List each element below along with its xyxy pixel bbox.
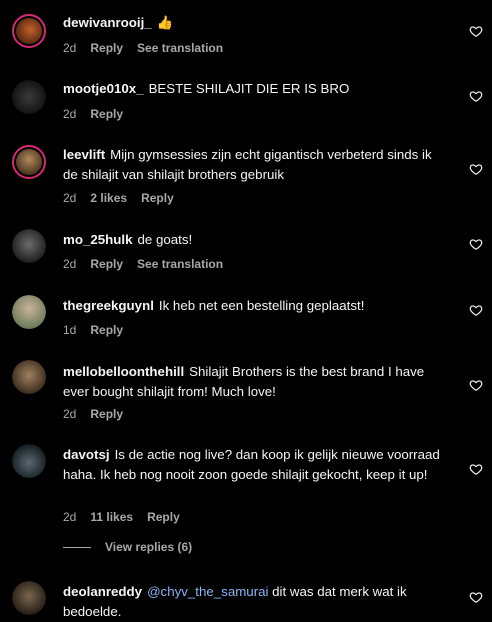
avatar[interactable]	[12, 360, 46, 394]
heart-outline-icon[interactable]	[469, 162, 483, 176]
comment-text: Mijn gymsessies zijn echt gigantisch ver…	[63, 147, 432, 182]
avatar[interactable]	[12, 229, 46, 263]
comment-time: 2d	[63, 107, 77, 121]
reply-button[interactable]: Reply	[90, 323, 123, 337]
view-replies-button[interactable]: View replies (6)	[63, 540, 192, 554]
comment-meta: 2d Reply See translation	[63, 41, 223, 55]
comment-username[interactable]: mootje010x_	[63, 81, 144, 96]
heart-outline-icon[interactable]	[469, 89, 483, 103]
comment-username[interactable]: thegreekguynl	[63, 298, 154, 313]
avatar[interactable]	[12, 14, 46, 48]
comment-text: Ik heb net een bestelling geplaatst!	[158, 298, 365, 313]
comment-meta: 2d Reply	[63, 407, 123, 421]
comment-meta: 2d 11 likes Reply	[63, 510, 180, 524]
comment-meta: 2d 2 likes Reply	[63, 191, 174, 205]
avatar[interactable]	[12, 145, 46, 179]
comment-text: 👍	[156, 15, 174, 30]
comment-time: 2d	[63, 407, 77, 421]
comment-text: Is de actie nog live? dan koop ik gelijk…	[63, 447, 440, 482]
reply-button[interactable]: Reply	[147, 510, 180, 524]
comment-meta: 2d Reply	[63, 107, 123, 121]
avatar[interactable]	[12, 581, 46, 615]
comment-username[interactable]: deolanreddy	[63, 584, 142, 599]
comment-time: 2d	[63, 191, 77, 205]
comment-time: 2d	[63, 41, 77, 55]
heart-outline-icon[interactable]	[469, 590, 483, 604]
comment-text: BESTE SHILAJIT DIE ER IS BRO	[148, 81, 350, 96]
comment-time: 2d	[63, 257, 77, 271]
replies-divider	[63, 546, 91, 548]
reply-button[interactable]: Reply	[90, 107, 123, 121]
view-replies-label: View replies (6)	[105, 540, 193, 554]
see-translation-button[interactable]: See translation	[137, 257, 223, 271]
avatar[interactable]	[12, 80, 46, 114]
comment-time: 2d	[63, 510, 77, 524]
heart-outline-icon[interactable]	[469, 303, 483, 317]
reply-button[interactable]: Reply	[141, 191, 174, 205]
comment-time: 1d	[63, 323, 77, 337]
heart-outline-icon[interactable]	[469, 24, 483, 38]
heart-outline-icon[interactable]	[469, 237, 483, 251]
mention-link[interactable]: @chyv_the_samurai	[147, 584, 268, 599]
reply-button[interactable]: Reply	[90, 41, 123, 55]
likes-count[interactable]: 11 likes	[90, 510, 133, 524]
comment-text: de goats!	[137, 232, 193, 247]
reply-button[interactable]: Reply	[90, 257, 123, 271]
avatar[interactable]	[12, 295, 46, 329]
heart-outline-icon[interactable]	[469, 378, 483, 392]
see-translation-button[interactable]: See translation	[137, 41, 223, 55]
reply-button[interactable]: Reply	[90, 407, 123, 421]
comment-username[interactable]: davotsj	[63, 447, 110, 462]
comment-meta: 2d Reply See translation	[63, 257, 223, 271]
heart-outline-icon[interactable]	[469, 462, 483, 476]
comment-username[interactable]: dewivanrooij_	[63, 15, 152, 30]
likes-count[interactable]: 2 likes	[90, 191, 127, 205]
comment-username[interactable]: leevlift	[63, 147, 105, 162]
avatar[interactable]	[12, 444, 46, 478]
comment-meta: 1d Reply	[63, 323, 123, 337]
comment-username[interactable]: mellobelloonthehill	[63, 364, 184, 379]
comment-username[interactable]: mo_25hulk	[63, 232, 132, 247]
